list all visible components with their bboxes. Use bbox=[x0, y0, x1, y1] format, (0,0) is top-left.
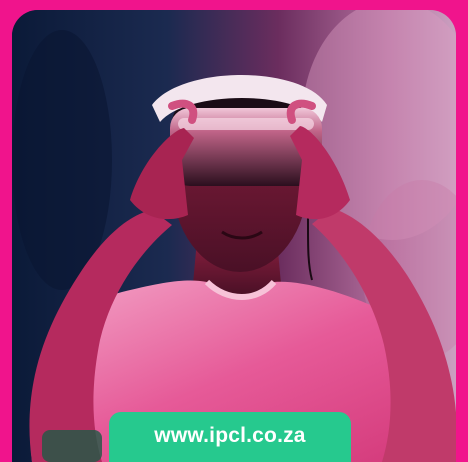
website-link-button[interactable]: www.ipcl.co.za bbox=[109, 412, 351, 462]
photo-frame bbox=[12, 10, 456, 462]
website-url-text: www.ipcl.co.za bbox=[154, 424, 306, 447]
vr-headset-photo bbox=[12, 10, 456, 462]
